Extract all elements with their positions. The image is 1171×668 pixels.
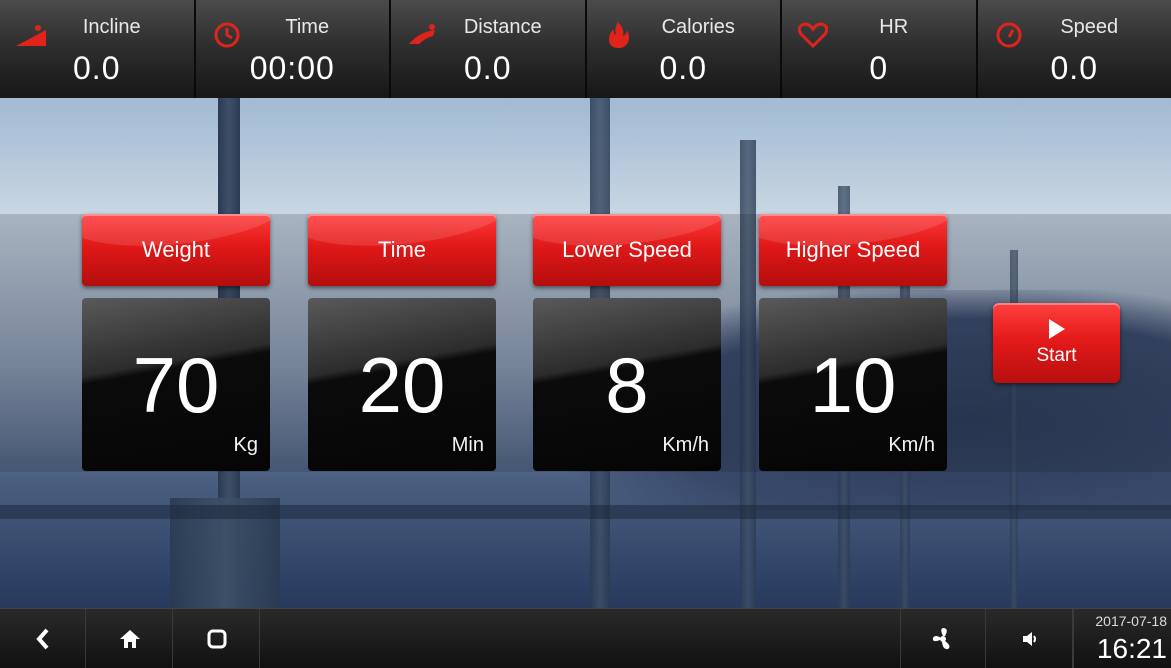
home-icon	[119, 630, 140, 648]
stat-distance: Distance 0.0	[391, 0, 587, 98]
time-unit: Min	[451, 434, 484, 456]
time-display[interactable]: 20 Min	[308, 298, 496, 471]
volume-icon	[1022, 632, 1036, 646]
stat-label: Calories	[661, 16, 735, 38]
param-weight: Weight 70 Kg	[82, 214, 272, 471]
lower-speed-display[interactable]: 8 Km/h	[533, 298, 721, 471]
stat-value: 0	[869, 50, 889, 86]
param-lower-speed: Lower Speed 8 Km/h	[533, 214, 723, 471]
stat-label: Distance	[463, 16, 542, 38]
time-button-label: Time	[377, 237, 427, 262]
start-button[interactable]: Start	[993, 303, 1120, 383]
play-icon	[1048, 319, 1065, 339]
system-clock: 2017-07-18 16:21	[1073, 609, 1171, 668]
stat-time: Time 00:00	[195, 0, 391, 98]
stat-hr: HR 0	[782, 0, 978, 98]
lower-speed-button[interactable]: Lower Speed	[533, 214, 721, 286]
param-time: Time 20 Min	[308, 214, 498, 471]
higher-speed-unit: Km/h	[888, 434, 935, 456]
stat-speed: Speed 0.0	[977, 0, 1171, 98]
stat-value: 00:00	[249, 50, 335, 86]
higher-speed-button[interactable]: Higher Speed	[759, 214, 947, 286]
navigation-bar: 2017-07-18 16:21	[0, 608, 1171, 668]
weight-display[interactable]: 70 Kg	[82, 298, 270, 471]
lower-speed-value: 8	[605, 341, 649, 429]
recents-button[interactable]	[174, 609, 260, 668]
fan-icon	[932, 628, 950, 650]
recents-icon	[207, 629, 226, 649]
stat-value: 0.0	[73, 50, 121, 86]
weight-value: 70	[132, 341, 220, 429]
higher-speed-value: 10	[809, 341, 897, 429]
clock-time: 16:21	[1096, 633, 1167, 664]
stat-label: HR	[879, 16, 909, 38]
back-icon	[35, 628, 48, 650]
clock-date: 2017-07-18	[1095, 613, 1167, 629]
stat-incline: Incline 0.0	[0, 0, 196, 98]
higher-speed-display[interactable]: 10 Km/h	[759, 298, 947, 471]
time-button[interactable]: Time	[308, 214, 496, 286]
volume-button[interactable]	[987, 609, 1073, 668]
weight-unit: Kg	[233, 434, 258, 456]
home-button[interactable]	[87, 609, 173, 668]
weight-button-label: Weight	[141, 237, 211, 262]
fan-button[interactable]	[900, 609, 986, 668]
lower-speed-button-label: Lower Speed	[562, 237, 692, 262]
stat-calories: Calories 0.0	[586, 0, 782, 98]
time-value: 20	[358, 341, 446, 429]
higher-speed-button-label: Higher Speed	[785, 237, 921, 262]
weight-button[interactable]: Weight	[82, 214, 270, 286]
stats-bar: Incline 0.0 Time 00:00 Distance 0.0 Calo…	[0, 0, 1171, 98]
stat-label: Speed	[1060, 16, 1119, 38]
stat-value: 0.0	[659, 50, 707, 86]
stat-value: 0.0	[1050, 50, 1098, 86]
param-higher-speed: Higher Speed 10 Km/h	[759, 214, 949, 471]
lower-speed-unit: Km/h	[662, 434, 709, 456]
back-button[interactable]	[0, 609, 86, 668]
stat-label: Time	[285, 16, 330, 38]
start-label: Start	[1036, 345, 1077, 366]
stat-value: 0.0	[464, 50, 512, 86]
bridge-deck	[0, 505, 1171, 519]
stat-label: Incline	[82, 16, 141, 38]
